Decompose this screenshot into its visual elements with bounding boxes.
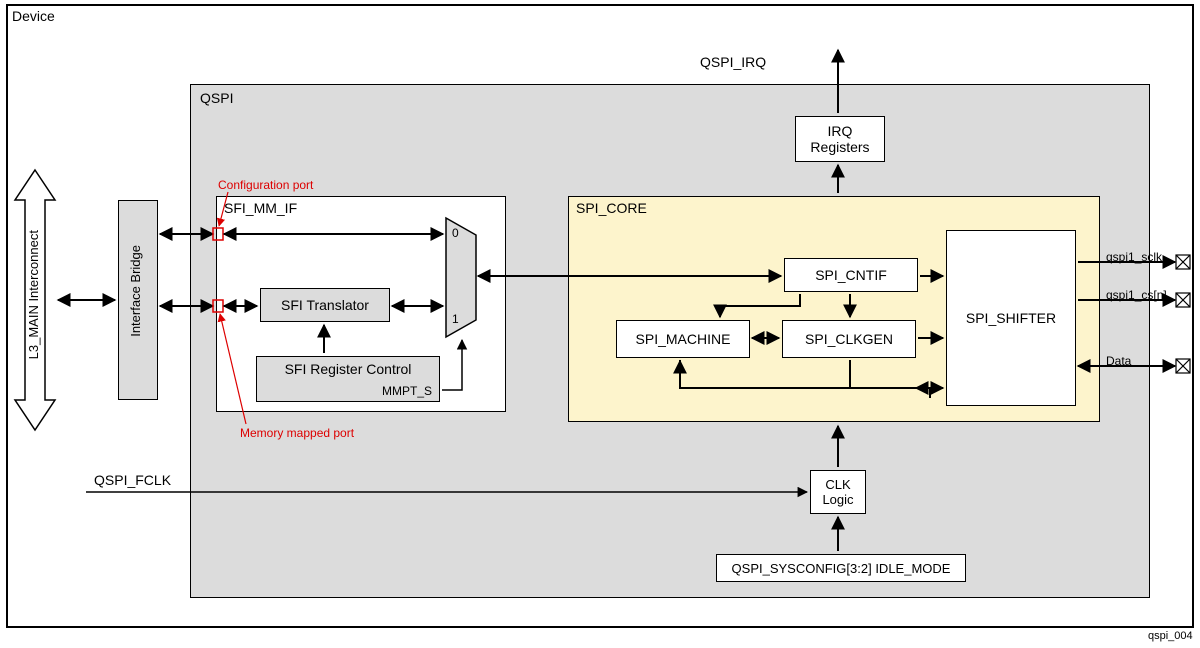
- qspi-irq-label: QSPI_IRQ: [700, 54, 766, 70]
- figure-ref: qspi_004: [1148, 630, 1193, 642]
- qspi-label: QSPI: [200, 90, 233, 106]
- device-label: Device: [12, 8, 55, 24]
- l3-interconnect-label: L3_MAIN Interconnect: [26, 230, 41, 359]
- qspi-fclk-label: QSPI_FCLK: [94, 472, 171, 488]
- sig-sclk-label: qspi1_sclk: [1106, 250, 1162, 264]
- irq-registers-label: IRQ Registers: [810, 123, 869, 155]
- mux-label-1: 1: [452, 312, 459, 326]
- spi-machine: SPI_MACHINE: [616, 320, 750, 358]
- sig-data-label: Data: [1106, 354, 1131, 368]
- spi-shifter-label: SPI_SHIFTER: [966, 310, 1056, 326]
- sfi-translator-label: SFI Translator: [281, 297, 369, 313]
- sfi-mm-if-label: SFI_MM_IF: [224, 200, 297, 216]
- sig-csn-label: qspi1_cs[n]: [1106, 288, 1167, 302]
- sfi-register-control-label: SFI Register Control: [285, 361, 412, 377]
- irq-registers: IRQ Registers: [795, 116, 885, 162]
- clk-logic: CLK Logic: [810, 470, 866, 514]
- mux-label-0: 0: [452, 226, 459, 240]
- spi-clkgen-label: SPI_CLKGEN: [805, 331, 893, 347]
- spi-cntif: SPI_CNTIF: [784, 258, 918, 292]
- qspi-sysconfig: QSPI_SYSCONFIG[3:2] IDLE_MODE: [716, 554, 966, 582]
- spi-shifter: SPI_SHIFTER: [946, 230, 1076, 406]
- spi-clkgen: SPI_CLKGEN: [782, 320, 916, 358]
- interface-bridge-label: Interface Bridge: [128, 245, 143, 337]
- diagram-canvas: Device QSPI L3_MAIN Interconnect Interfa…: [0, 0, 1200, 648]
- spi-core-label: SPI_CORE: [576, 200, 647, 216]
- qspi-sysconfig-label: QSPI_SYSCONFIG[3:2] IDLE_MODE: [732, 561, 951, 576]
- configuration-port-label: Configuration port: [218, 178, 313, 192]
- clk-logic-label: CLK Logic: [822, 477, 853, 507]
- sfi-translator: SFI Translator: [260, 288, 390, 322]
- spi-machine-label: SPI_MACHINE: [636, 331, 731, 347]
- spi-cntif-label: SPI_CNTIF: [815, 267, 887, 283]
- mmpt-s-label: MMPT_S: [382, 384, 432, 398]
- memory-mapped-port-label: Memory mapped port: [240, 426, 354, 440]
